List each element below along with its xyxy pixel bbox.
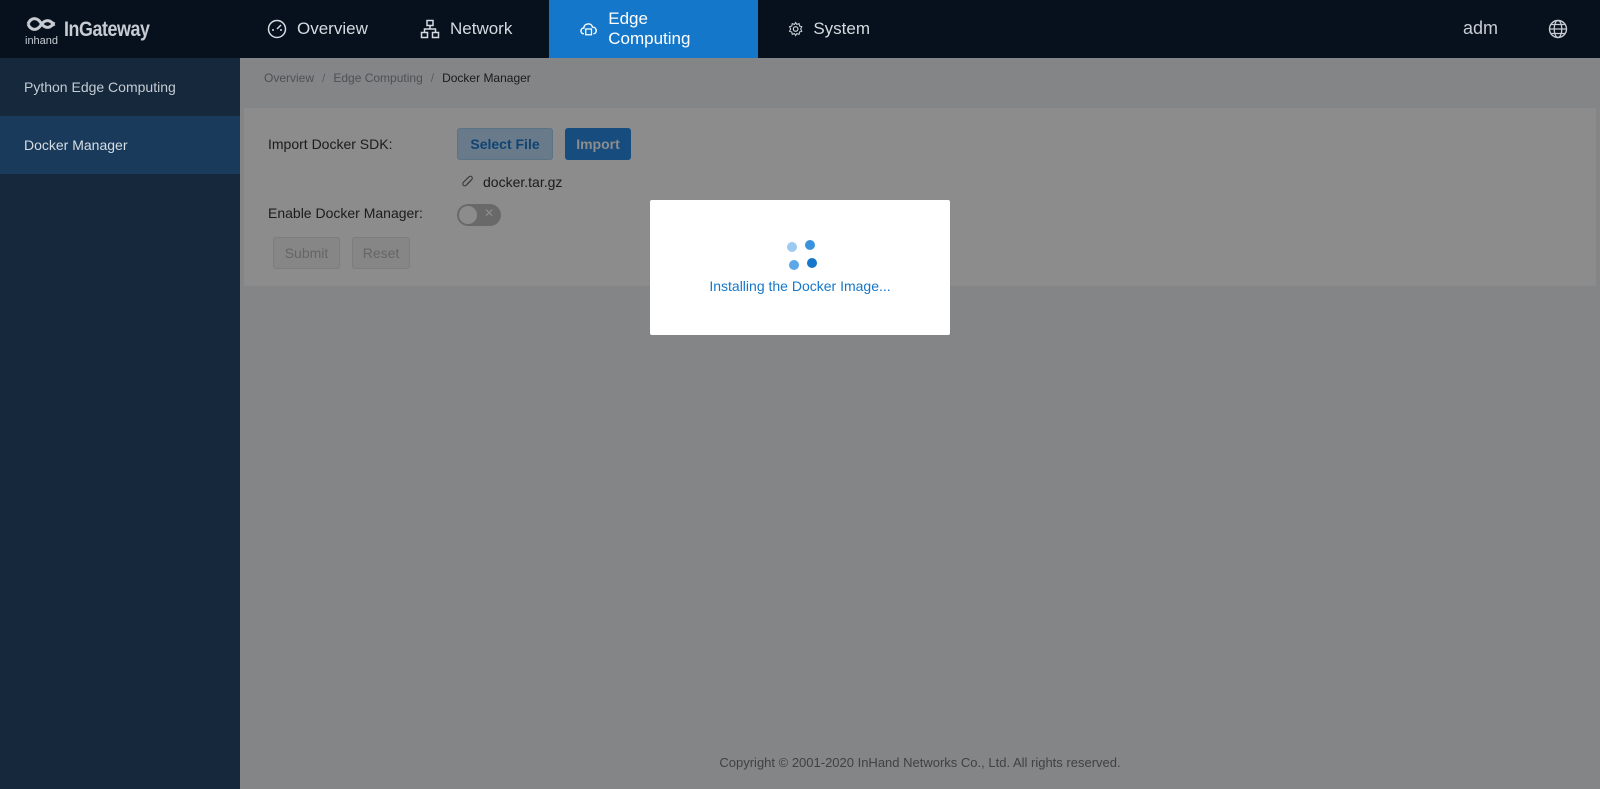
sidebar-item-docker-manager[interactable]: Docker Manager <box>0 116 240 174</box>
dashboard-icon <box>267 19 287 39</box>
user-name[interactable]: adm <box>1463 18 1498 39</box>
nav-edge-computing[interactable]: Edge Computing <box>549 0 758 58</box>
svg-text:inhand: inhand <box>25 35 58 46</box>
spinner-dot <box>787 242 797 252</box>
sidebar-item-label: Python Edge Computing <box>24 79 176 95</box>
sidebar-item-python-edge-computing[interactable]: Python Edge Computing <box>0 58 240 116</box>
sidebar-item-label: Docker Manager <box>24 137 128 153</box>
edge-computing-icon <box>580 23 597 36</box>
nav-network[interactable]: Network <box>396 0 549 58</box>
spinner-dot <box>805 240 815 250</box>
sidebar: Python Edge Computing Docker Manager <box>0 58 240 789</box>
nav-edge-computing-label: Edge Computing <box>608 9 691 48</box>
nav-overview[interactable]: Overview <box>250 0 396 58</box>
nav-system[interactable]: System <box>758 0 898 58</box>
nav-network-label: Network <box>450 19 513 38</box>
modal-overlay <box>240 58 1600 789</box>
spinner-dot <box>807 258 817 268</box>
top-bar: inhand InGateway Overview Network Edge C… <box>0 0 1600 58</box>
loading-spinner-icon <box>784 240 817 272</box>
loading-message: Installing the Docker Image... <box>709 278 891 294</box>
logo-text: InGateway <box>64 18 150 41</box>
nav-overview-label: Overview <box>297 19 368 38</box>
inhand-logo-icon: inhand <box>22 14 62 47</box>
main-nav: Overview Network Edge Computing System <box>250 0 898 58</box>
spinner-dot <box>789 260 799 270</box>
gear-icon <box>788 21 803 37</box>
loading-modal: Installing the Docker Image... <box>650 200 950 335</box>
logo: inhand InGateway <box>22 14 165 47</box>
globe-icon[interactable] <box>1548 19 1568 44</box>
nav-system-label: System <box>813 19 870 38</box>
network-icon <box>420 19 440 39</box>
